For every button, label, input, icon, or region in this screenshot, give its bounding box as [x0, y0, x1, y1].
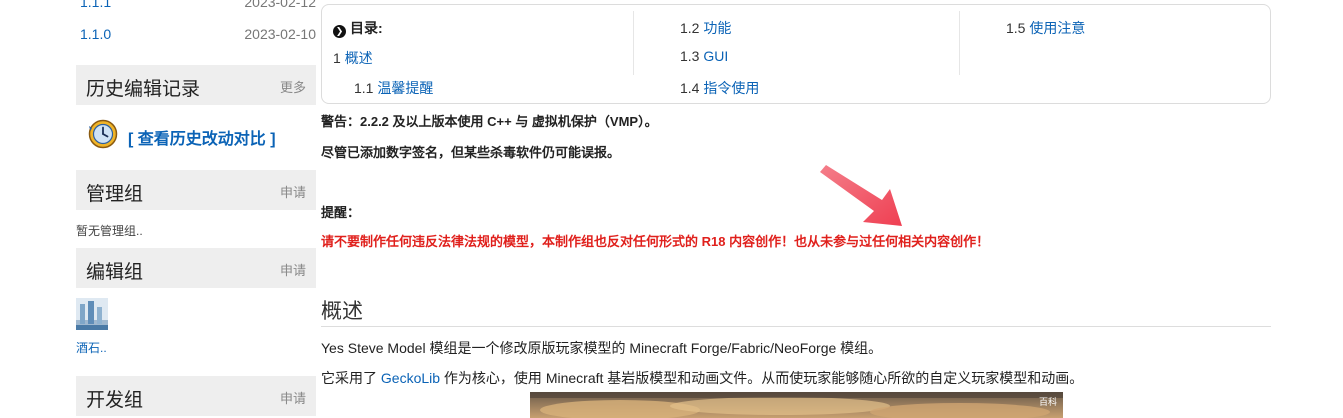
toc-item[interactable]: 1.5 使用注意 — [1006, 18, 1085, 38]
geckolib-link[interactable]: GeckoLib — [381, 370, 440, 386]
history-compare-label[interactable]: [ 查看历史改动对比 ] — [128, 125, 276, 149]
toc-divider — [633, 11, 634, 75]
admin-section-header: 管理组 申请 — [76, 170, 316, 210]
paragraph-text: 作为核心，使用 Minecraft 基岩版模型和动画文件。从而使玩家能够随心所欲… — [440, 370, 1084, 386]
toc-title[interactable]: ❯ 目录: — [333, 18, 383, 38]
overview-banner-image: 百科 — [530, 392, 1063, 418]
paragraph-text: 它采用了 — [321, 370, 381, 386]
red-pointer-arrow-icon — [820, 165, 902, 226]
overview-heading: 概述 — [321, 300, 363, 323]
history-section-title: 历史编辑记录 — [86, 79, 201, 100]
table-of-contents: ❯ 目录: 1 概述 1.1 温馨提醒 1.2 功能 1.3 GUI 1.4 指令… — [321, 4, 1271, 104]
version-date: 2023-02-12 — [244, 0, 316, 10]
toc-title-text: 目录: — [350, 20, 383, 36]
version-date: 2023-02-10 — [244, 26, 316, 42]
toc-item-link[interactable]: 温馨提醒 — [377, 80, 433, 96]
toc-item[interactable]: 1.3 GUI — [680, 48, 728, 64]
version-link[interactable]: 1.1.0 — [80, 26, 111, 42]
history-section-header: 历史编辑记录 更多 — [76, 65, 316, 105]
editor-avatar[interactable] — [76, 298, 108, 330]
section-divider — [321, 326, 1271, 327]
editor-section-header: 编辑组 申请 — [76, 248, 316, 288]
toc-item-number: 1.4 — [680, 80, 700, 96]
editor-member-link[interactable]: 酒石.. — [76, 339, 107, 356]
toc-toggle-icon[interactable]: ❯ — [333, 25, 346, 38]
toc-item-link[interactable]: GUI — [703, 48, 728, 64]
history-more-link[interactable]: 更多 — [280, 77, 306, 96]
editor-section-title: 编辑组 — [86, 262, 144, 283]
developer-section-title: 开发组 — [86, 390, 144, 411]
toc-item-link[interactable]: 使用注意 — [1029, 20, 1085, 36]
toc-item[interactable]: 1.4 指令使用 — [680, 78, 759, 98]
editor-apply-link[interactable]: 申请 — [280, 260, 306, 279]
overview-paragraph-2: 它采用了 GeckoLib 作为核心，使用 Minecraft 基岩版模型和动画… — [321, 368, 1083, 388]
admin-empty-text: 暂无管理组.. — [76, 224, 143, 238]
banner-image — [530, 392, 1063, 418]
toc-item-number: 1.5 — [1006, 20, 1026, 36]
toc-item[interactable]: 1 概述 — [333, 48, 373, 68]
sidebar: 1.1.1 2023-02-12 1.1.0 2023-02-10 历史编辑记录… — [0, 0, 318, 418]
antivirus-note: 尽管已添加数字签名，但某些杀毒软件仍可能误报。 — [321, 145, 621, 160]
toc-item[interactable]: 1.2 功能 — [680, 18, 731, 38]
version-row[interactable]: 1.1.1 2023-02-12 — [80, 0, 316, 14]
toc-item-number: 1 — [333, 50, 341, 66]
history-compare-link[interactable]: [ 查看历史改动对比 ] — [86, 116, 316, 156]
toc-item-number: 1.2 — [680, 20, 700, 36]
toc-item-number: 1.1 — [354, 80, 374, 96]
toc-item-link[interactable]: 功能 — [703, 20, 731, 36]
toc-divider — [959, 11, 960, 75]
overview-paragraph-1: Yes Steve Model 模组是一个修改原版玩家模型的 Minecraft… — [321, 340, 883, 356]
toc-item[interactable]: 1.1 温馨提醒 — [354, 78, 433, 98]
image-watermark: 百科 — [1038, 397, 1057, 407]
admin-apply-link[interactable]: 申请 — [280, 182, 306, 201]
toc-item-link[interactable]: 指令使用 — [703, 80, 759, 96]
admin-section-title: 管理组 — [86, 184, 144, 205]
reminder-label: 提醒： — [321, 205, 361, 220]
clock-history-icon — [88, 119, 118, 149]
developer-section-header: 开发组 申请 — [76, 376, 316, 416]
toc-item-number: 1.3 — [680, 48, 700, 64]
developer-apply-link[interactable]: 申请 — [280, 388, 306, 407]
toc-item-link[interactable]: 概述 — [345, 50, 373, 66]
version-link[interactable]: 1.1.1 — [80, 0, 111, 10]
version-row[interactable]: 1.1.0 2023-02-10 — [80, 26, 316, 46]
vmp-warning: 警告：2.2.2 及以上版本使用 C++ 与 虚拟机保护（VMP）。 — [321, 114, 658, 129]
